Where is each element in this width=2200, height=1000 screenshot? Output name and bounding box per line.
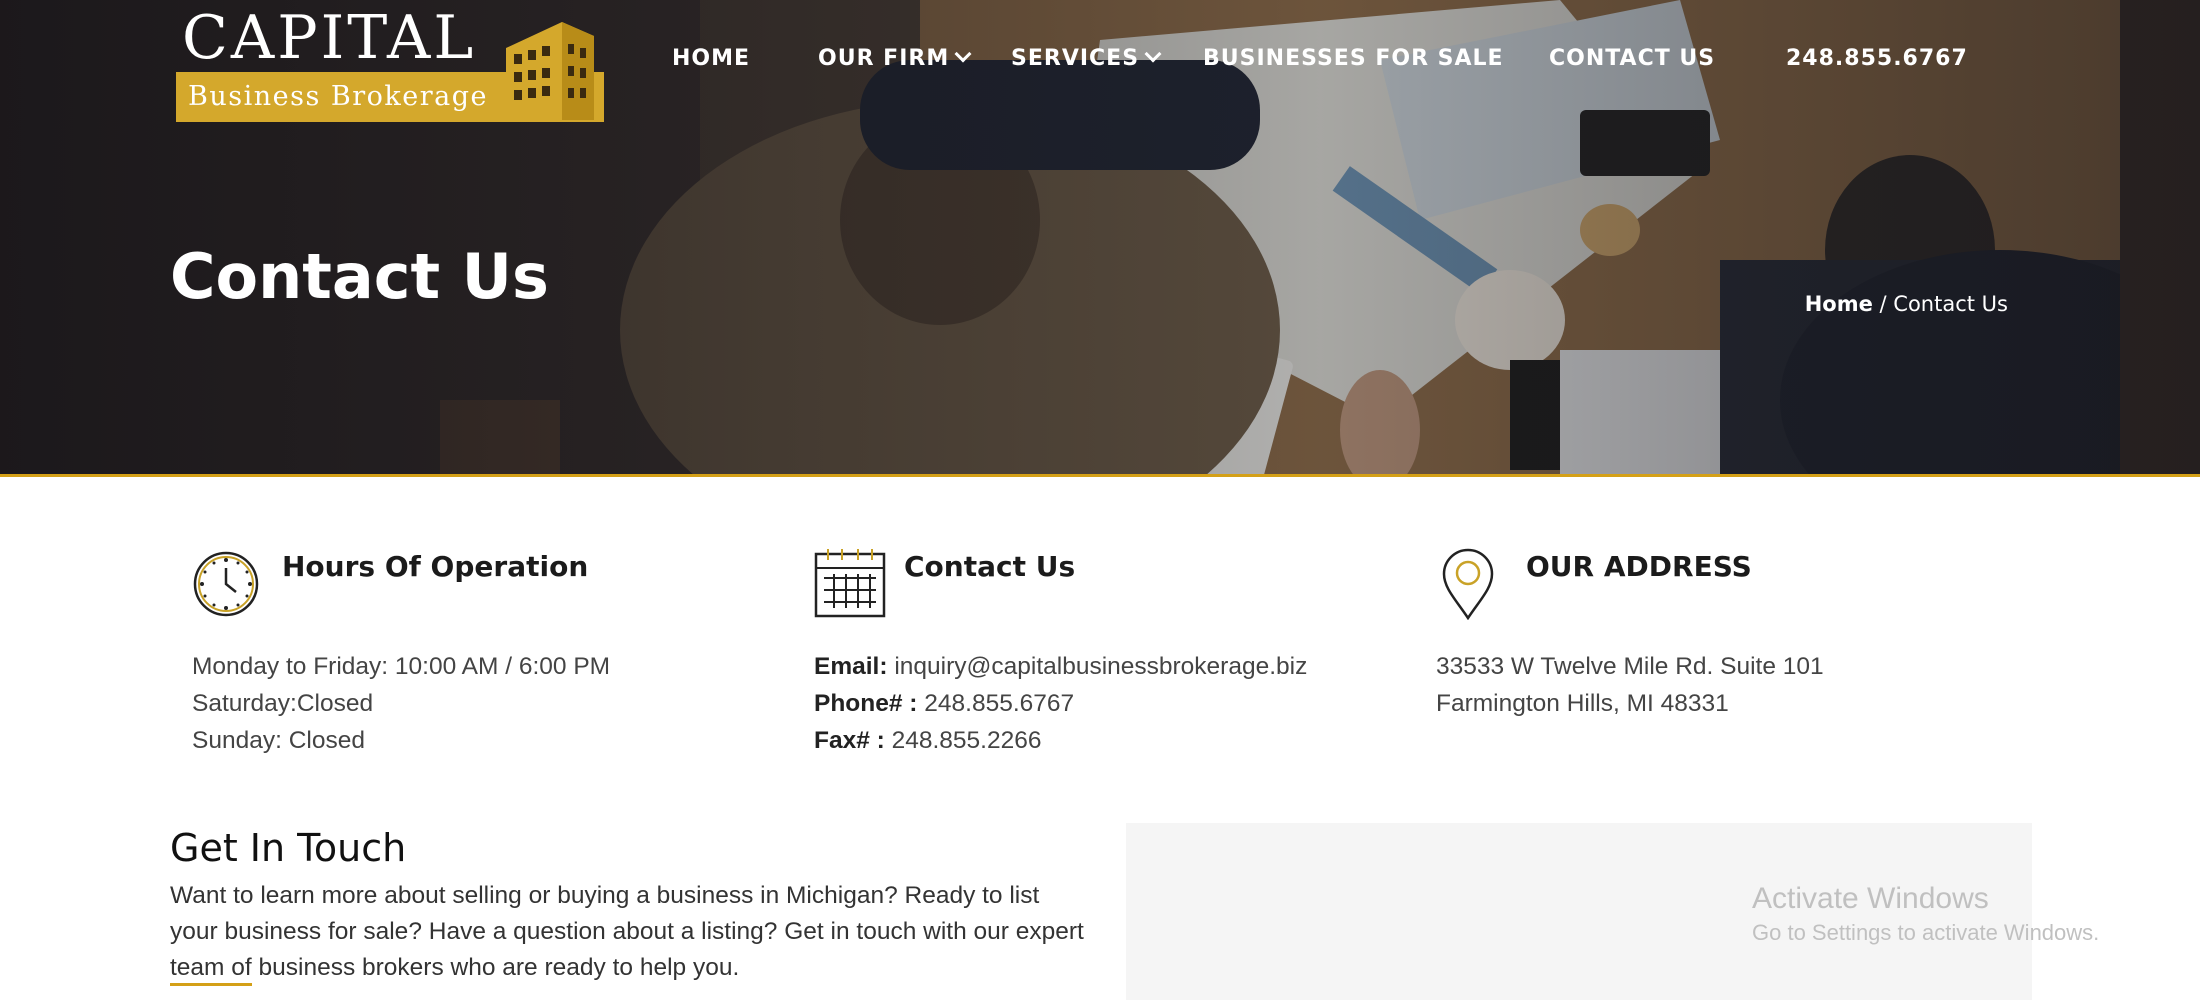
contact-list: Email: inquiry@capitalbusinessbrokerage.… bbox=[814, 648, 1307, 759]
nav-services[interactable]: SERVICES bbox=[1011, 45, 1162, 71]
nav-our-firm[interactable]: OUR FIRM bbox=[818, 45, 972, 71]
phone-link[interactable]: 248.855.6767 bbox=[917, 690, 1074, 717]
nav-phone-label: 248.855.6767 bbox=[1786, 46, 1968, 71]
building-icon bbox=[506, 22, 594, 120]
site-logo[interactable]: CAPITAL Business Brokerage bbox=[176, 8, 604, 122]
phone-label: Phone# : bbox=[814, 690, 918, 717]
nav-contact-us[interactable]: CONTACT US bbox=[1549, 46, 1715, 71]
fax-value: 248.855.2266 bbox=[884, 727, 1042, 754]
get-in-touch-text: Want to learn more about selling or buyi… bbox=[170, 882, 1084, 981]
address-city: Farmington Hills, MI 48331 bbox=[1436, 690, 1729, 717]
nav-businesses-for-sale[interactable]: BUSINESSES FOR SALE bbox=[1203, 46, 1504, 71]
contact-title: Contact Us bbox=[904, 550, 1076, 583]
clock-icon bbox=[193, 551, 259, 617]
calendar-icon bbox=[814, 549, 886, 618]
hours-weekday: Monday to Friday: 10:00 AM / 6:00 PM bbox=[192, 653, 611, 680]
contact-fax-row: Fax# : 248.855.2266 bbox=[814, 722, 1307, 759]
nav-services-label: SERVICES bbox=[1011, 46, 1140, 71]
nav-home[interactable]: HOME bbox=[672, 46, 750, 71]
hours-list: Monday to Friday: 10:00 AM / 6:00 PM Sat… bbox=[192, 648, 610, 759]
breadcrumb: Home / Contact Us bbox=[1805, 292, 2008, 316]
fax-label: Fax# : bbox=[814, 727, 885, 754]
nav-businesses-for-sale-label: BUSINESSES FOR SALE bbox=[1203, 46, 1504, 71]
nav-contact-us-label: CONTACT US bbox=[1549, 46, 1716, 71]
breadcrumb-home-link[interactable]: Home bbox=[1805, 292, 1873, 316]
get-in-touch-title: Get In Touch bbox=[170, 826, 407, 870]
accent-underline bbox=[170, 983, 252, 986]
nav-phone-link[interactable]: 248.855.6767 bbox=[1786, 46, 1968, 71]
hours-saturday: Saturday:Closed bbox=[192, 690, 374, 717]
breadcrumb-current: Contact Us bbox=[1893, 292, 2008, 316]
breadcrumb-separator: / bbox=[1872, 292, 1894, 316]
logo-wordmark: CAPITAL bbox=[182, 3, 477, 73]
map-pin-icon bbox=[1442, 548, 1494, 620]
address-lines: 33533 W Twelve Mile Rd. Suite 101 Farmin… bbox=[1436, 648, 1824, 722]
page-title: Contact Us bbox=[170, 240, 549, 313]
hours-sunday: Sunday: Closed bbox=[192, 727, 365, 754]
contact-phone-row: Phone# : 248.855.6767 bbox=[814, 685, 1307, 722]
watermark-line-1: Activate Windows bbox=[1752, 882, 1989, 915]
watermark-line-2: Go to Settings to activate Windows. bbox=[1752, 920, 2100, 945]
nav-our-firm-label: OUR FIRM bbox=[818, 46, 950, 71]
hours-title: Hours Of Operation bbox=[282, 550, 589, 583]
contact-email-row: Email: inquiry@capitalbusinessbrokerage.… bbox=[814, 648, 1307, 685]
logo-subtitle: Business Brokerage bbox=[188, 81, 488, 112]
address-street: 33533 W Twelve Mile Rd. Suite 101 bbox=[1436, 653, 1824, 680]
address-title: OUR ADDRESS bbox=[1526, 550, 1752, 583]
hero-banner: CAPITAL Business Brokerage HOME OUR FIRM… bbox=[0, 0, 2200, 477]
nav-home-label: HOME bbox=[672, 46, 751, 71]
email-link[interactable]: inquiry@capitalbusinessbrokerage.biz bbox=[888, 653, 1307, 680]
windows-activation-watermark: Activate Windows Go to Settings to activ… bbox=[1752, 880, 2099, 948]
email-label: Email: bbox=[814, 653, 888, 680]
chevron-down-icon bbox=[1144, 45, 1162, 63]
chevron-down-icon bbox=[954, 45, 972, 63]
